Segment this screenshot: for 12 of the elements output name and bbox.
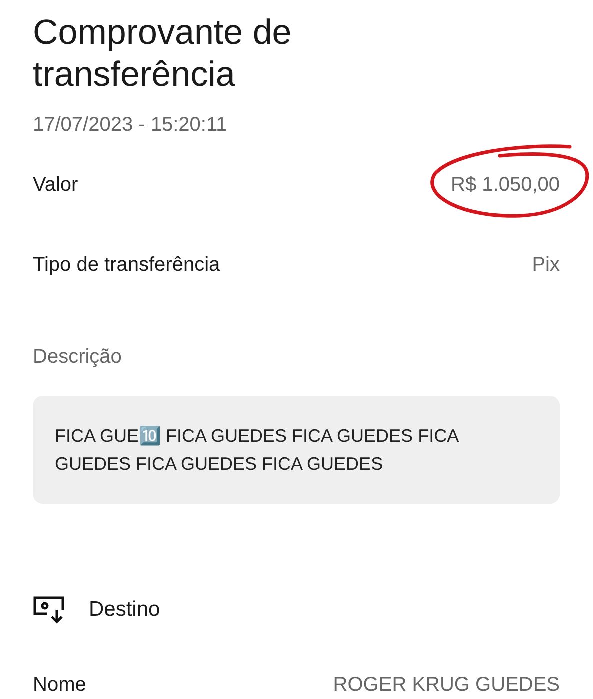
description-text: FICA GUE🔟 FICA GUEDES FICA GUEDES FICA GUEDES FICA GUEDES FICA GUEDES	[33, 396, 560, 504]
date-time: 17/07/2023 - 15:20:11	[33, 113, 228, 138]
field-value: Pix	[532, 253, 560, 278]
field-label: Nome	[33, 672, 86, 698]
page-title: Comprovante de transferência	[33, 12, 293, 96]
description-label: Descrição	[33, 345, 123, 370]
field-label: Valor	[33, 173, 78, 198]
screen-download-icon	[33, 596, 65, 624]
field-label: Tipo de transferência	[33, 253, 220, 278]
section-title: Destino	[89, 597, 160, 623]
field-value: R$ 1.050,00	[451, 173, 560, 198]
field-value: ROGER KRUG GUEDES	[333, 672, 560, 698]
